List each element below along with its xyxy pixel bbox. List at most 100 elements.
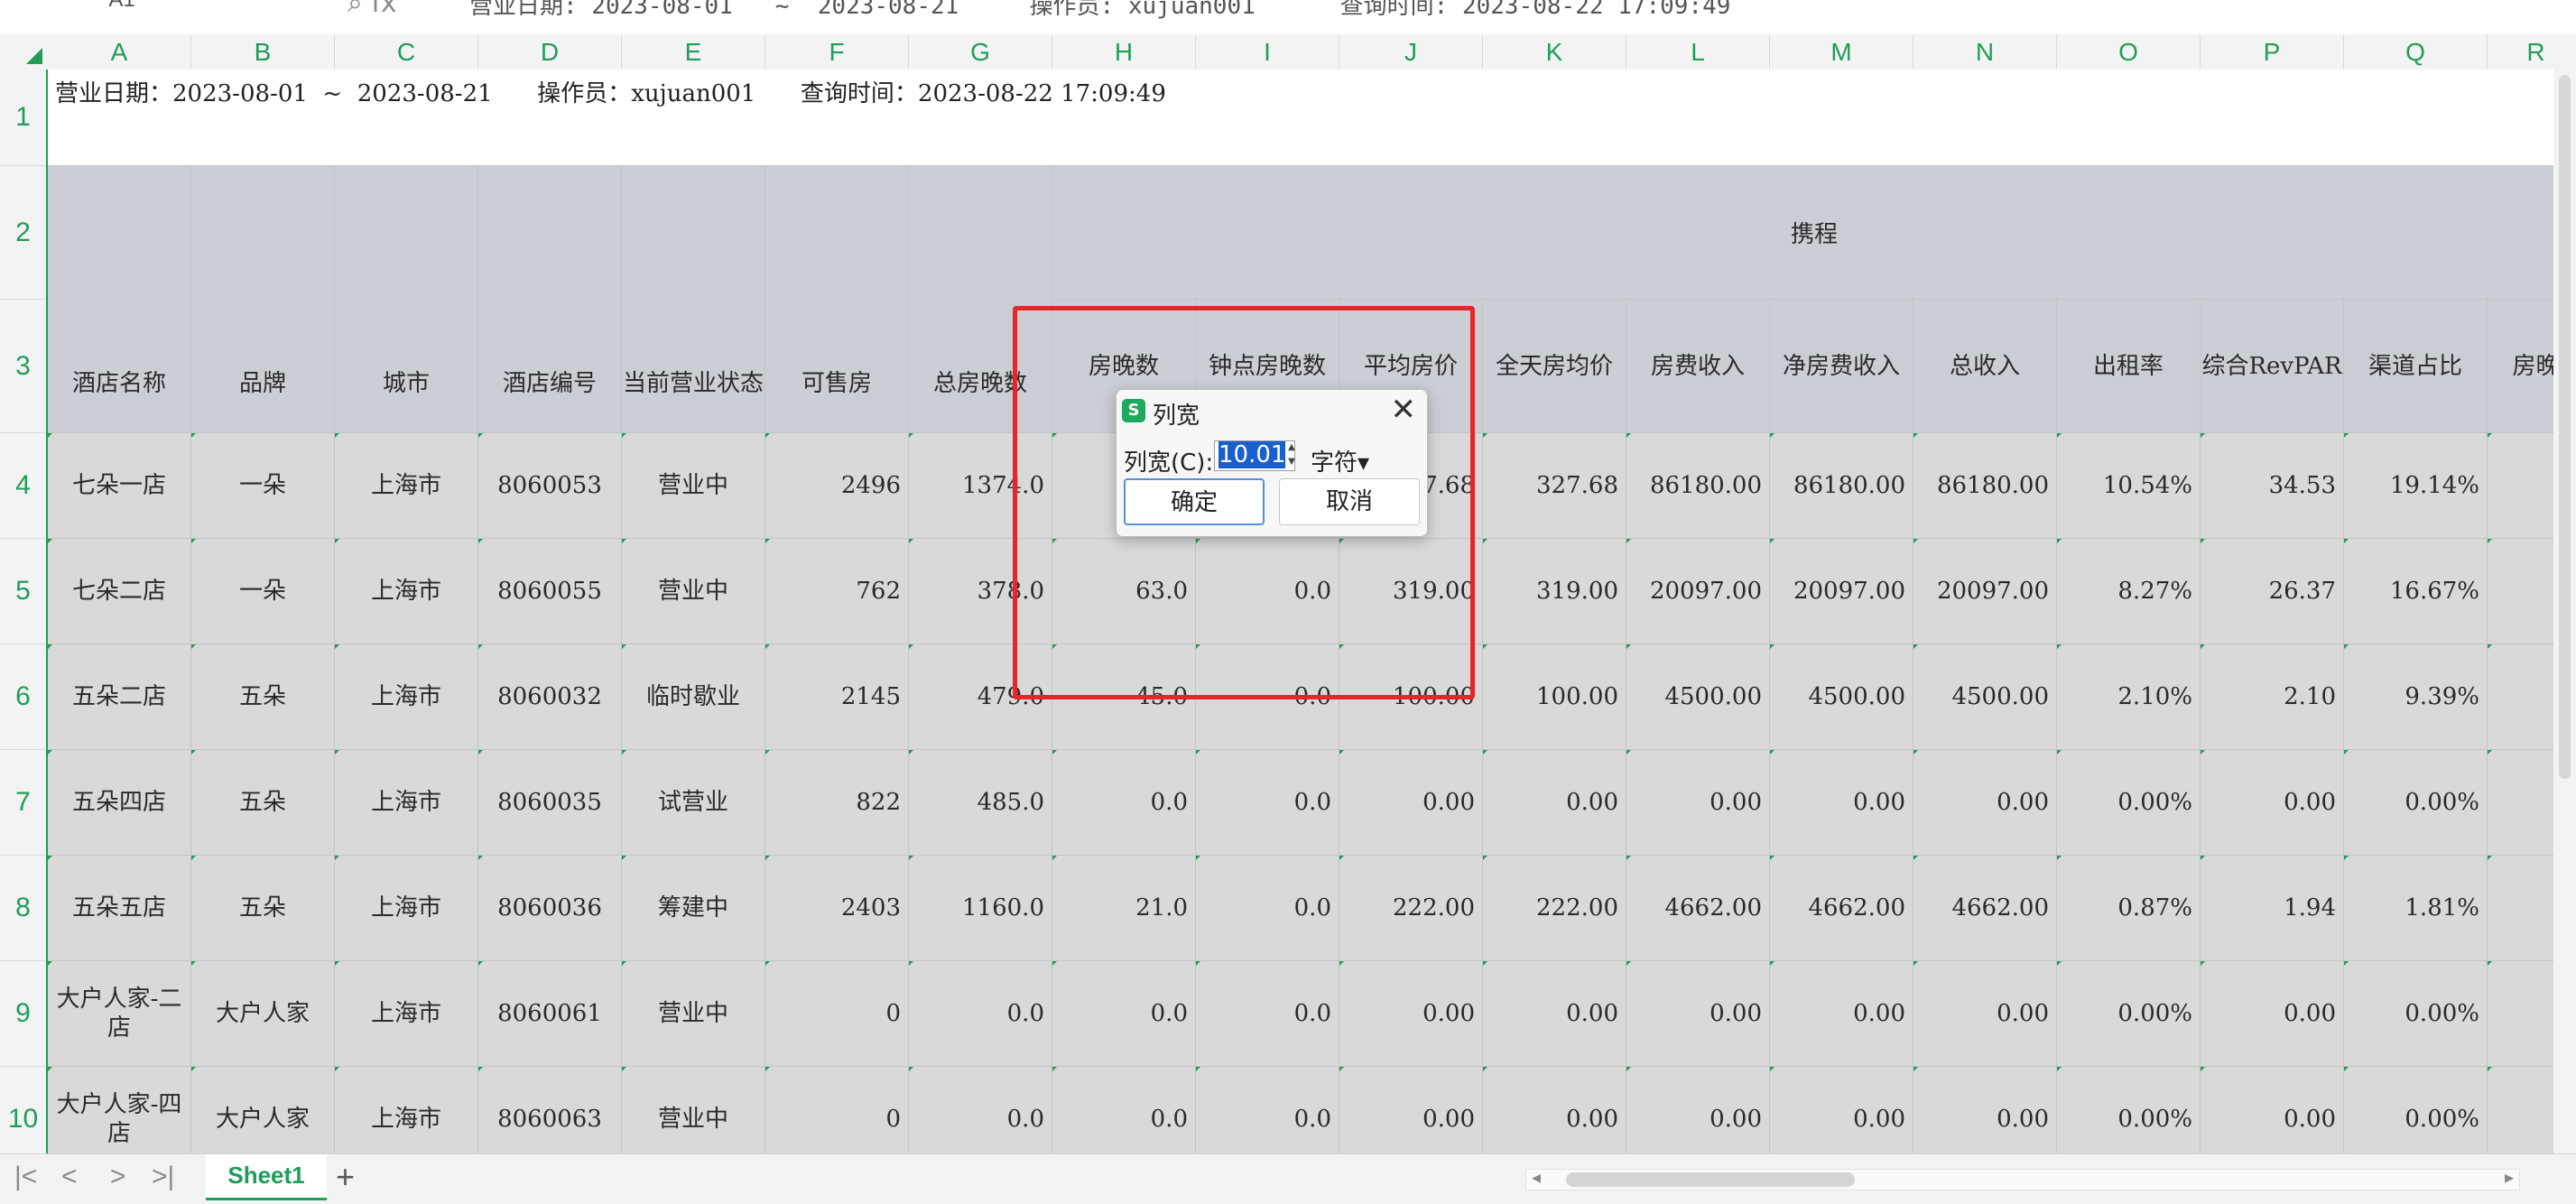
column-header-H[interactable]: H — [1052, 34, 1196, 69]
table-cell[interactable]: 五朵五店 — [48, 856, 191, 961]
table-cell[interactable]: 0.0 — [1052, 1067, 1196, 1153]
spinner-icon[interactable]: ▲ ▼ — [1283, 440, 1300, 471]
column-header-O[interactable]: O — [2057, 34, 2201, 69]
table-cell[interactable]: 上海市 — [335, 750, 478, 856]
table-cell[interactable]: 0.00 — [1339, 1067, 1483, 1153]
column-header-B[interactable]: B — [191, 34, 335, 69]
table-cell[interactable]: 0.0 — [909, 961, 1052, 1067]
table-cell[interactable]: 34.53 — [2201, 433, 2344, 539]
table-cell[interactable]: 0.00 — [1770, 750, 1913, 856]
table-cell[interactable]: 20097.00 — [1913, 539, 2057, 644]
column-header-Q[interactable]: Q — [2344, 34, 2488, 69]
table-cell[interactable]: 2145 — [765, 644, 909, 750]
table-cell[interactable]: 86180.00 — [1913, 433, 2057, 539]
table-cell[interactable]: 五朵 — [191, 750, 335, 856]
header-cell[interactable]: 酒店编号 — [478, 166, 622, 433]
header-cell[interactable]: 全天房均价 — [1483, 300, 1626, 433]
table-cell[interactable]: 0.00 — [2201, 961, 2344, 1067]
vertical-scrollbar[interactable] — [2553, 34, 2576, 1153]
unit-dropdown[interactable]: 字符▾ — [1311, 444, 1369, 477]
table-cell[interactable]: 10.54% — [2057, 433, 2201, 539]
header-cell[interactable]: 渠道占比 — [2344, 300, 2488, 433]
table-cell[interactable]: 222.00 — [1483, 856, 1626, 961]
row-header-9[interactable]: 9 — [0, 961, 46, 1067]
column-header-I[interactable]: I — [1196, 34, 1339, 69]
table-cell[interactable]: 9.39% — [2344, 644, 2488, 750]
header-cell[interactable]: 总收入 — [1913, 300, 2057, 433]
name-box[interactable]: A1 — [0, 0, 244, 20]
table-cell[interactable]: 0.00 — [2201, 750, 2344, 856]
row-header-2[interactable]: 2 — [0, 166, 46, 300]
table-cell[interactable]: 319.00 — [1483, 539, 1626, 644]
table-cell[interactable]: 临时歇业 — [622, 644, 765, 750]
column-header-K[interactable]: K — [1483, 34, 1626, 69]
header-cell[interactable]: 房费收入 — [1626, 300, 1770, 433]
row-header-4[interactable]: 4 — [0, 433, 46, 539]
table-cell[interactable]: 筹建中 — [622, 856, 765, 961]
table-cell[interactable]: 五朵四店 — [48, 750, 191, 856]
last-sheet-button[interactable]: >| — [152, 1162, 174, 1192]
table-cell[interactable]: 0.00 — [1483, 750, 1626, 856]
table-cell[interactable]: 0.0 — [909, 1067, 1052, 1153]
table-cell[interactable]: 1.94 — [2201, 856, 2344, 961]
table-cell[interactable]: 0.87% — [2057, 856, 2201, 961]
table-cell[interactable]: 0.00 — [1339, 750, 1483, 856]
table-cell[interactable]: 485.0 — [909, 750, 1052, 856]
title-row[interactable]: 营业日期：2023-08-01 ~ 2023-08-21 操作员：xujuan0… — [48, 69, 2576, 166]
table-cell[interactable]: 营业中 — [622, 433, 765, 539]
row-header-5[interactable]: 5 — [0, 539, 46, 644]
table-cell[interactable]: 0.0 — [1196, 856, 1339, 961]
table-cell[interactable]: 4500.00 — [1913, 644, 2057, 750]
column-header-L[interactable]: L — [1626, 34, 1770, 69]
table-cell[interactable]: 20097.00 — [1626, 539, 1770, 644]
close-icon[interactable]: ✕ — [1391, 394, 1417, 426]
table-cell[interactable]: 七朵二店 — [48, 539, 191, 644]
table-cell[interactable]: 0.0 — [1196, 750, 1339, 856]
table-cell[interactable]: 0.00 — [1913, 1067, 2057, 1153]
table-cell[interactable]: 8060055 — [478, 539, 622, 644]
sheet-tab[interactable]: Sheet1 — [206, 1154, 327, 1200]
row-header-6[interactable]: 6 — [0, 644, 46, 750]
table-cell[interactable]: 营业中 — [622, 961, 765, 1067]
header-cell[interactable]: 酒店名称 — [48, 166, 191, 433]
table-cell[interactable]: 8060035 — [478, 750, 622, 856]
table-cell[interactable]: 20097.00 — [1770, 539, 1913, 644]
row-header-7[interactable]: 7 — [0, 750, 46, 856]
ok-button[interactable]: 确定 — [1124, 478, 1265, 525]
table-cell[interactable]: 0.00 — [1483, 1067, 1626, 1153]
table-cell[interactable]: 0.0 — [1052, 961, 1196, 1067]
table-cell[interactable]: 2.10 — [2201, 644, 2344, 750]
table-cell[interactable]: 8060032 — [478, 644, 622, 750]
select-all-button[interactable] — [0, 34, 49, 70]
table-cell[interactable]: 上海市 — [335, 1067, 478, 1153]
table-cell[interactable]: 19.14% — [2344, 433, 2488, 539]
row-header-3[interactable]: 3 — [0, 300, 46, 433]
row-header-1[interactable]: 1 — [0, 69, 46, 166]
row-header-8[interactable]: 8 — [0, 856, 46, 961]
table-cell[interactable]: 一朵 — [191, 539, 335, 644]
column-header-J[interactable]: J — [1339, 34, 1483, 69]
header-cell[interactable]: 净房费收入 — [1770, 300, 1913, 433]
table-cell[interactable]: 0.00% — [2344, 1067, 2488, 1153]
table-cell[interactable]: 0.00% — [2344, 750, 2488, 856]
ctrip-header[interactable]: 携程 — [1052, 166, 2576, 300]
table-cell[interactable]: 8.27% — [2057, 539, 2201, 644]
table-cell[interactable]: 0.0 — [1196, 961, 1339, 1067]
table-cell[interactable]: 试营业 — [622, 750, 765, 856]
table-cell[interactable]: 1160.0 — [909, 856, 1052, 961]
table-cell[interactable]: 4662.00 — [1913, 856, 2057, 961]
table-cell[interactable]: 100.00 — [1483, 644, 1626, 750]
header-cell[interactable]: 当前营业状态 — [622, 166, 765, 433]
table-cell[interactable]: 0.00 — [1626, 750, 1770, 856]
table-cell[interactable]: 822 — [765, 750, 909, 856]
table-cell[interactable]: 上海市 — [335, 644, 478, 750]
table-cell[interactable]: 222.00 — [1339, 856, 1483, 961]
table-cell[interactable]: 0.00 — [1626, 1067, 1770, 1153]
scroll-left-icon[interactable]: ◂ — [1532, 1166, 1541, 1189]
table-cell[interactable]: 0 — [765, 961, 909, 1067]
table-cell[interactable]: 0.00 — [1913, 750, 2057, 856]
horizontal-scroll-thumb[interactable] — [1566, 1172, 1855, 1187]
table-cell[interactable]: 0.00% — [2057, 1067, 2201, 1153]
table-cell[interactable]: 上海市 — [335, 433, 478, 539]
table-cell[interactable]: 0 — [765, 1067, 909, 1153]
